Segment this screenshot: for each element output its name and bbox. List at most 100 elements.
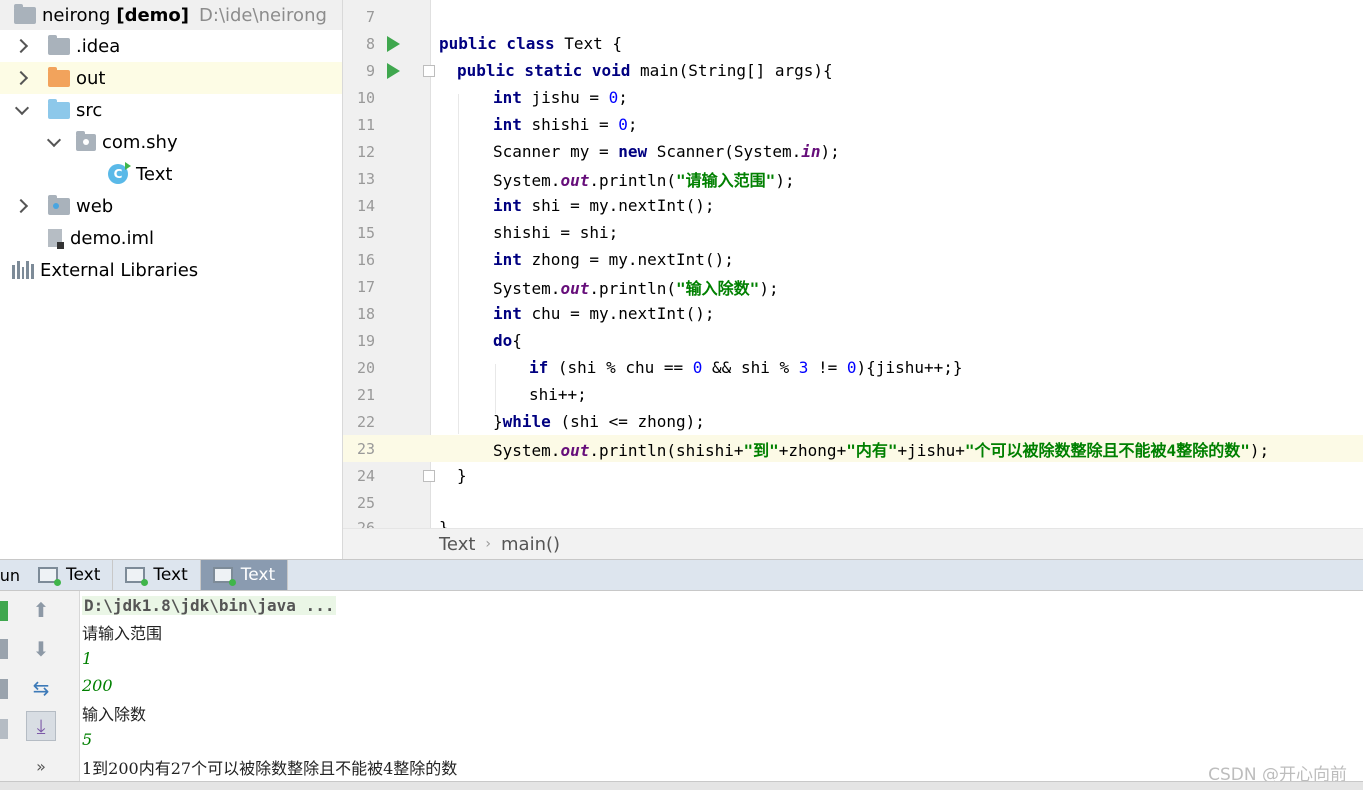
- line-number: 20: [356, 358, 375, 377]
- run-tab-text-2[interactable]: Text: [113, 560, 201, 590]
- line-number: 12: [356, 142, 375, 161]
- console-line: 1到200内有27个可以被除数整除且不能被4整除的数: [82, 758, 458, 778]
- code-line: 24 }: [343, 462, 1363, 489]
- code-line: 19 do{: [343, 327, 1363, 354]
- run-tab-text-1[interactable]: Text: [26, 560, 114, 590]
- code-text: int jishu = 0;: [493, 88, 628, 107]
- code-line: 21 shi++;: [343, 381, 1363, 408]
- tree-item-label: Text: [136, 163, 173, 185]
- line-number: 10: [356, 88, 375, 107]
- breadcrumb-separator-icon: ›: [485, 536, 492, 552]
- camera-icon[interactable]: [0, 719, 8, 739]
- breadcrumb-method[interactable]: main(): [501, 534, 560, 555]
- line-number: 8: [365, 34, 375, 53]
- code-text: public static void main(String[] args){: [457, 61, 833, 80]
- code-line: 14 int shi = my.nextInt();: [343, 192, 1363, 219]
- line-number: 11: [356, 115, 375, 134]
- excluded-folder-icon: [48, 66, 70, 87]
- tree-item-web[interactable]: web: [0, 190, 342, 222]
- code-line: 16 int zhong = my.nextInt();: [343, 246, 1363, 273]
- code-line: 15 shishi = shi;: [343, 219, 1363, 246]
- code-line: 18 int chu = my.nextInt();: [343, 300, 1363, 327]
- code-text: do{: [493, 331, 522, 350]
- code-line-current: 23 System.out.println(shishi+"到"+zhong+"…: [343, 435, 1363, 462]
- tree-item-external-libraries[interactable]: External Libraries: [0, 254, 342, 286]
- package-icon: [76, 130, 96, 151]
- module-name: [demo]: [116, 4, 190, 26]
- code-text: Scanner my = new Scanner(System.in);: [493, 142, 840, 161]
- chevron-right-icon[interactable]: [14, 71, 28, 85]
- run-tab-label: Text: [153, 565, 188, 585]
- line-number: 23: [356, 439, 375, 458]
- tree-item-label: External Libraries: [40, 259, 199, 281]
- run-config-icon: [38, 567, 61, 586]
- line-number: 16: [356, 250, 375, 269]
- code-line: 9 public static void main(String[] args)…: [343, 57, 1363, 84]
- code-text: }: [439, 518, 449, 528]
- chevron-down-icon[interactable]: [14, 103, 28, 117]
- rerun-icon[interactable]: [0, 601, 8, 621]
- run-console[interactable]: D:\jdk1.8\jdk\bin\java ... 请输入范围 1 200 输…: [80, 591, 1363, 781]
- tree-item-text-class[interactable]: C Text: [0, 158, 342, 190]
- code-line: 22 }while (shi <= zhong);: [343, 408, 1363, 435]
- run-tab-text-3[interactable]: Text: [200, 560, 289, 590]
- tree-item-idea[interactable]: .idea: [0, 30, 342, 62]
- tree-item-out[interactable]: out: [0, 62, 342, 94]
- code-line: 20 if (shi % chu == 0 && shi % 3 != 0){j…: [343, 354, 1363, 381]
- code-text: if (shi % chu == 0 && shi % 3 != 0){jish…: [529, 358, 963, 377]
- soft-wrap-icon[interactable]: ⇆: [26, 673, 56, 703]
- web-folder-icon: [48, 194, 70, 215]
- stop-icon[interactable]: [0, 639, 8, 659]
- tree-item-label: .idea: [76, 35, 121, 57]
- line-number: 19: [356, 331, 375, 350]
- code-line: 12 Scanner my = new Scanner(System.in);: [343, 138, 1363, 165]
- line-number: 24: [356, 466, 375, 485]
- run-label: Run:: [0, 566, 20, 585]
- tree-item-com-shy[interactable]: com.shy: [0, 126, 342, 158]
- code-editor[interactable]: 7 8 public class Text { 9 public static …: [343, 0, 1363, 528]
- console-input-line: 200: [82, 676, 113, 695]
- code-line: 17 System.out.println("输入除数");: [343, 273, 1363, 300]
- run-tab-label: Text: [66, 565, 101, 585]
- more-actions-icon[interactable]: »: [26, 751, 56, 781]
- tree-item-label: demo.iml: [70, 227, 154, 249]
- console-line: D:\jdk1.8\jdk\bin\java ...: [82, 596, 337, 615]
- project-path: D:\ide\neirong: [199, 4, 327, 26]
- down-arrow-icon[interactable]: ⬇: [26, 634, 56, 664]
- code-text: int chu = my.nextInt();: [493, 304, 715, 323]
- fold-marker-icon[interactable]: [423, 469, 435, 482]
- run-method-icon[interactable]: [387, 62, 400, 79]
- fold-marker-icon[interactable]: [423, 64, 435, 77]
- module-folder-icon: [14, 3, 36, 24]
- code-line: 25: [343, 489, 1363, 516]
- code-text: shi++;: [529, 385, 587, 404]
- project-name: neirong: [42, 4, 111, 26]
- project-tool-window: neirong [demo] D:\ide\neirong .idea out …: [0, 0, 343, 559]
- line-number: 17: [356, 277, 375, 296]
- module-file-icon: [48, 229, 64, 249]
- code-line: 8 public class Text {: [343, 30, 1363, 57]
- code-text: }: [457, 466, 467, 485]
- tree-item-demo-iml[interactable]: demo.iml: [0, 222, 342, 254]
- up-arrow-icon[interactable]: ⬆: [26, 595, 56, 625]
- editor-breadcrumb: Text › main(): [343, 528, 1363, 559]
- code-text: int shishi = 0;: [493, 115, 638, 134]
- chevron-right-icon[interactable]: [14, 39, 28, 53]
- run-class-icon[interactable]: [387, 35, 400, 52]
- chevron-down-icon[interactable]: [46, 135, 60, 149]
- console-line: 请输入范围: [82, 623, 163, 643]
- code-text: int shi = my.nextInt();: [493, 196, 715, 215]
- chevron-right-icon[interactable]: [14, 199, 28, 213]
- line-number: 18: [356, 304, 375, 323]
- console-input-line: 1: [82, 649, 93, 668]
- tree-item-label: web: [76, 195, 114, 217]
- line-number: 22: [356, 412, 375, 431]
- tree-root-neirong[interactable]: neirong [demo] D:\ide\neirong: [0, 0, 342, 30]
- scroll-to-end-icon[interactable]: ⤓: [26, 711, 56, 741]
- pause-icon[interactable]: [0, 679, 8, 699]
- tree-item-label: src: [76, 99, 103, 121]
- breadcrumb-class[interactable]: Text: [439, 534, 475, 555]
- tree-item-src[interactable]: src: [0, 94, 342, 126]
- run-toolbar: ⬆ ⬇ ⇆ ⤓ »: [0, 591, 80, 781]
- java-class-icon: C: [108, 162, 131, 184]
